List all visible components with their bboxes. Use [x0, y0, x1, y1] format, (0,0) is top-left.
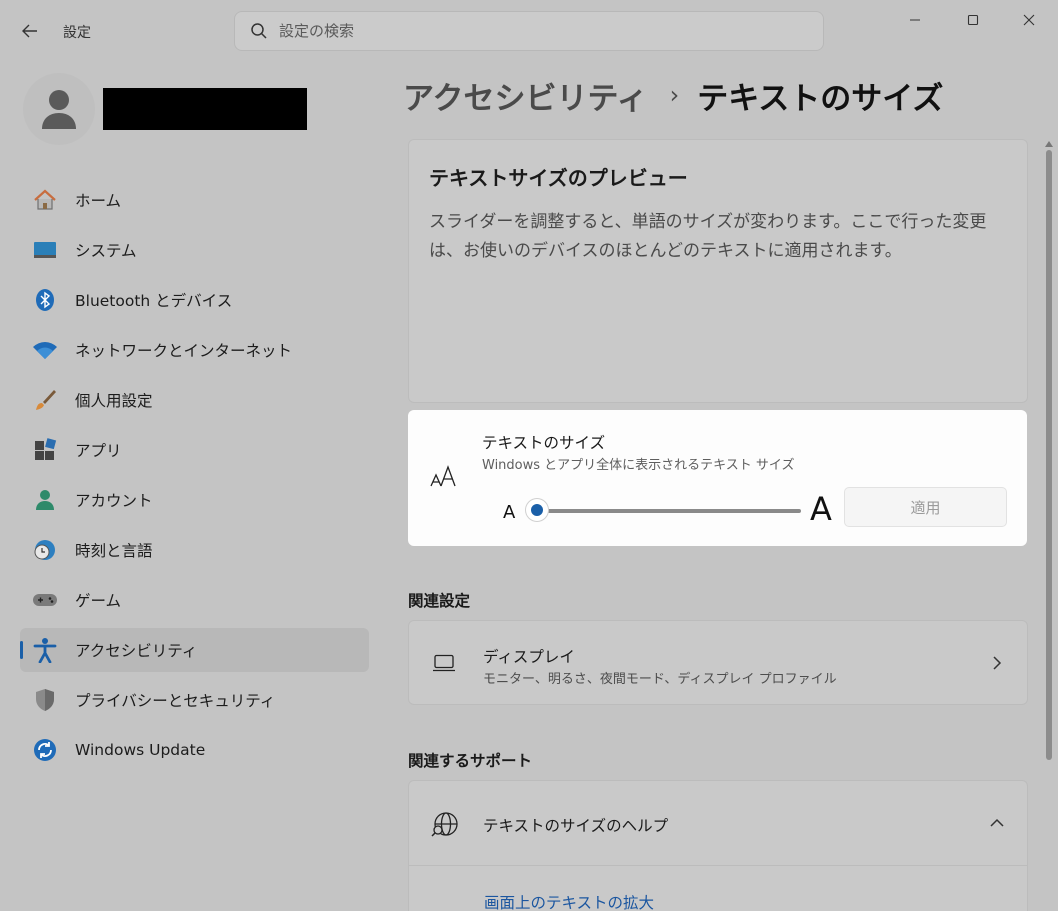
scrollbar-thumb[interactable] — [1046, 150, 1052, 760]
display-title: ディスプレイ — [483, 648, 575, 666]
minimize-icon — [910, 19, 920, 21]
sidebar-item-label: ネットワークとインターネット — [75, 342, 293, 360]
chevron-up-icon[interactable] — [987, 813, 1007, 833]
search-input[interactable] — [279, 22, 799, 40]
sidebar-item-label: Bluetooth とデバイス — [75, 292, 233, 310]
wifi-icon — [32, 337, 58, 363]
close-button[interactable] — [1000, 0, 1058, 40]
preview-text: スライダーを調整すると、単語のサイズが変わります。ここで行った変更は、お使いのデ… — [429, 212, 987, 261]
text-size-description: Windows とアプリ全体に表示されるテキスト サイズ — [482, 458, 795, 473]
search-icon — [249, 21, 269, 41]
home-icon — [32, 187, 58, 213]
sidebar-item-time-language[interactable]: 時刻と言語 — [20, 528, 369, 572]
page-title: テキストのサイズ — [697, 80, 944, 117]
sidebar-item-network[interactable]: ネットワークとインターネット — [20, 328, 369, 372]
maximize-button[interactable] — [944, 0, 1002, 40]
sidebar-item-label: Windows Update — [75, 741, 206, 759]
sidebar-item-home[interactable]: ホーム — [20, 178, 369, 222]
bluetooth-icon — [32, 287, 58, 313]
related-settings-heading: 関連設定 — [408, 592, 471, 610]
slider-min-label: A — [503, 502, 516, 523]
globe-search-icon — [431, 811, 459, 839]
shield-icon — [32, 687, 58, 713]
avatar[interactable] — [23, 73, 95, 145]
help-title: テキストのサイズのヘルプ — [483, 817, 669, 835]
sidebar-item-accessibility[interactable]: アクセシビリティ — [20, 628, 369, 672]
brush-icon — [32, 387, 58, 413]
sidebar-item-accounts[interactable]: アカウント — [20, 478, 369, 522]
display-settings-card[interactable]: ディスプレイ モニター、明るさ、夜間モード、ディスプレイ プロファイル — [408, 620, 1028, 705]
breadcrumb-chevron-icon: › — [669, 81, 680, 109]
monitor-icon — [431, 652, 457, 674]
slider-max-label: A — [810, 490, 832, 528]
apps-icon — [32, 437, 58, 463]
related-support-heading: 関連するサポート — [408, 752, 533, 770]
help-expander-header[interactable]: テキストのサイズのヘルプ — [409, 781, 1027, 866]
slider-track — [537, 509, 801, 513]
sidebar-item-apps[interactable]: アプリ — [20, 428, 369, 472]
sidebar-item-privacy[interactable]: プライバシーとセキュリティ — [20, 678, 369, 722]
selection-indicator — [20, 641, 23, 659]
sidebar-item-personalization[interactable]: 個人用設定 — [20, 378, 369, 422]
accessibility-icon — [32, 637, 58, 663]
sidebar-item-bluetooth[interactable]: Bluetooth とデバイス — [20, 278, 369, 322]
minimize-button[interactable] — [886, 0, 944, 40]
text-size-icon — [428, 460, 460, 492]
sidebar-item-label: アクセシビリティ — [75, 642, 198, 660]
person-icon — [42, 90, 76, 129]
text-size-title: テキストのサイズ — [482, 434, 606, 452]
scroll-up-arrow-icon[interactable] — [1045, 140, 1053, 148]
system-icon — [32, 237, 58, 263]
text-size-help-card: テキストのサイズのヘルプ 画面上のテキストの拡大 — [408, 780, 1028, 911]
apply-button[interactable]: 適用 — [844, 487, 1007, 527]
clock-globe-icon — [32, 537, 58, 563]
help-link-enlarge-text[interactable]: 画面上のテキストの拡大 — [484, 891, 654, 911]
sidebar-item-system[interactable]: システム — [20, 228, 369, 272]
sidebar-item-label: システム — [75, 242, 137, 260]
app-title: 設定 — [63, 25, 91, 41]
sidebar-item-label: プライバシーとセキュリティ — [75, 692, 276, 710]
sidebar-item-label: 個人用設定 — [75, 392, 153, 410]
update-icon — [32, 737, 58, 763]
maximize-icon — [967, 14, 979, 26]
breadcrumb-parent-link[interactable]: アクセシビリティ — [403, 73, 648, 118]
account-icon — [32, 487, 58, 513]
sidebar-item-windows-update[interactable]: Windows Update — [20, 728, 369, 772]
close-icon — [1023, 14, 1035, 26]
sidebar-item-label: ホーム — [75, 192, 122, 210]
breadcrumb: アクセシビリティ › テキストのサイズ — [403, 70, 943, 120]
text-size-preview-card: テキストサイズのプレビュー スライダーを調整すると、単語のサイズが変わります。こ… — [408, 139, 1028, 403]
slider-thumb[interactable] — [526, 499, 548, 521]
gamepad-icon — [32, 587, 58, 613]
search-box[interactable] — [234, 11, 824, 51]
back-arrow-icon — [22, 24, 37, 38]
profile-name-redacted — [103, 88, 307, 130]
display-description: モニター、明るさ、夜間モード、ディスプレイ プロファイル — [483, 672, 837, 687]
title-bar: 設定 — [0, 0, 1058, 62]
text-size-card: テキストのサイズ Windows とアプリ全体に表示されるテキスト サイズ A … — [408, 410, 1027, 546]
text-size-slider[interactable] — [526, 498, 803, 524]
back-button[interactable] — [14, 16, 46, 46]
sidebar-item-gaming[interactable]: ゲーム — [20, 578, 369, 622]
sidebar-item-label: アカウント — [75, 492, 153, 510]
preview-title: テキストサイズのプレビュー — [429, 166, 688, 190]
sidebar-item-label: アプリ — [75, 442, 122, 460]
sidebar-item-label: 時刻と言語 — [75, 542, 153, 560]
sidebar-nav: ホーム システム Bluetooth とデバイス ネットワークとインターネット … — [20, 178, 369, 778]
chevron-right-icon — [987, 653, 1007, 673]
sidebar-item-label: ゲーム — [75, 592, 122, 610]
